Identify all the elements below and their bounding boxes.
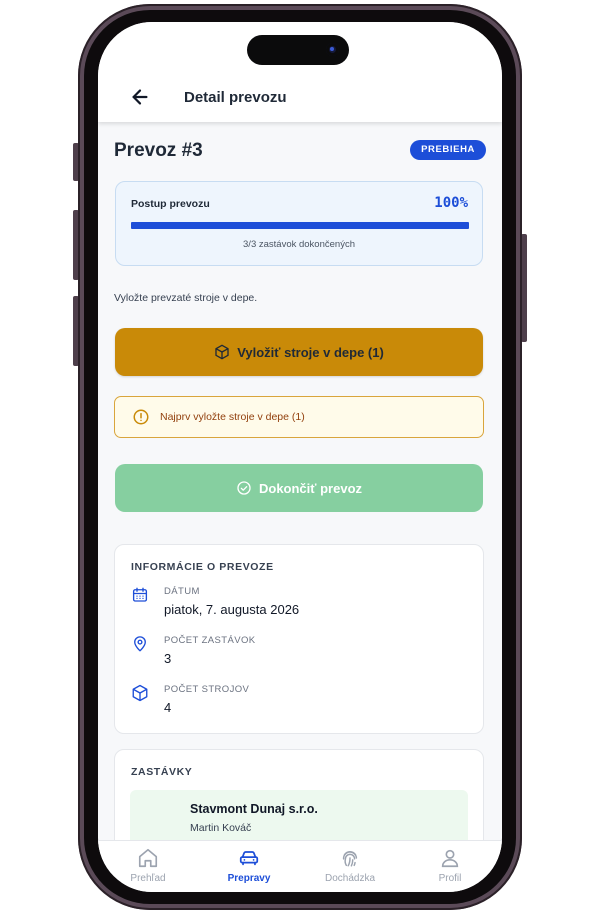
progress-bar [131, 222, 469, 229]
phone-screen: Detail prevozu Prevoz #3 PREBIEHA Postup… [98, 22, 502, 892]
info-label: DÁTUM [164, 586, 200, 597]
info-label: POČET ZASTÁVOK [164, 635, 256, 646]
nav-label: Prepravy [227, 873, 271, 884]
fingerprint-icon [339, 847, 361, 869]
instruction-text: Vyložte prevzaté stroje v depe. [114, 292, 258, 304]
calendar-icon [131, 586, 149, 604]
stop-list-item[interactable]: Stavmont Dunaj s.r.o. Martin Kováč [130, 790, 468, 840]
nav-item-transports[interactable]: Prepravy [204, 847, 294, 889]
box-icon [131, 684, 149, 702]
title-row: Prevoz #3 PREBIEHA [114, 140, 486, 166]
info-row-machines: POČET STROJOV 4 [131, 684, 461, 724]
unload-machines-label: Vyložiť stroje v depe (1) [237, 344, 384, 360]
nav-item-overview[interactable]: Prehľad [103, 847, 193, 889]
nav-label: Dochádzka [324, 873, 376, 884]
finish-transfer-button[interactable]: Dokončiť prevoz [115, 464, 483, 512]
progress-label: Postup prevozu [131, 198, 210, 210]
section-title-info: INFORMÁCIE O PREVOZE [131, 561, 274, 573]
dynamic-island [247, 35, 349, 65]
nav-label: Prehľad [130, 873, 166, 884]
check-circle-icon [236, 480, 252, 496]
info-row-date: DÁTUM piatok, 7. augusta 2026 [131, 586, 461, 626]
car-icon [238, 847, 260, 869]
finish-transfer-label: Dokončiť prevoz [258, 480, 363, 496]
unload-machines-button[interactable]: Vyložiť stroje v depe (1) [115, 328, 483, 376]
stops-card: ZASTÁVKY Stavmont Dunaj s.r.o. Martin Ko… [114, 749, 484, 840]
nav-item-profile[interactable]: Profil [405, 847, 495, 889]
status-badge: PREBIEHA [410, 140, 486, 160]
nav-label: Profil [438, 873, 462, 884]
home-icon [137, 847, 159, 869]
progress-bar-fill [131, 222, 469, 229]
section-title-stops: ZASTÁVKY [131, 766, 193, 778]
info-value: 4 [164, 700, 172, 715]
transfer-info-card: INFORMÁCIE O PREVOZE DÁTUM piatok, 7. au… [114, 544, 484, 734]
bottom-nav: Prehľad Prepravy Dochádzka Profil [98, 840, 502, 892]
main-content[interactable]: Prevoz #3 PREBIEHA Postup prevozu 100% 3… [98, 122, 502, 840]
nav-item-attendance[interactable]: Dochádzka [305, 847, 395, 889]
info-row-stops: POČET ZASTÁVOK 3 [131, 635, 461, 675]
info-value: 3 [164, 651, 172, 666]
box-icon [214, 344, 230, 360]
warning-text: Najprv vyložte stroje v depe (1) [160, 411, 305, 423]
info-label: POČET STROJOV [164, 684, 250, 695]
arrow-left-icon[interactable] [129, 86, 151, 108]
camera-icon [326, 43, 339, 56]
user-icon [439, 847, 461, 869]
stop-contact-person: Martin Kováč [190, 822, 252, 834]
progress-subtext: 3/3 zastávok dokončených [243, 239, 355, 250]
header-title: Detail prevozu [184, 89, 287, 106]
progress-percent: 100% [434, 195, 468, 211]
progress-card: Postup prevozu 100% 3/3 zastávok dokonče… [115, 181, 483, 266]
info-value: piatok, 7. augusta 2026 [164, 602, 300, 617]
warning-alert: Najprv vyložte stroje v depe (1) [114, 396, 484, 438]
alert-circle-icon [132, 408, 150, 426]
stop-name: Stavmont Dunaj s.r.o. [190, 802, 318, 816]
page-title: Prevoz #3 [114, 140, 203, 161]
map-pin-icon [131, 635, 149, 653]
